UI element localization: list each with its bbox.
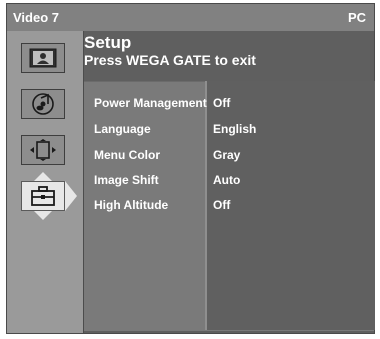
page-subtitle: Press WEGA GATE to exit — [84, 52, 256, 68]
setting-label-image-shift[interactable]: Image Shift — [94, 173, 159, 187]
sidebar — [7, 31, 84, 333]
column-divider — [205, 81, 207, 330]
values-column — [205, 81, 375, 330]
down-arrow-icon — [34, 211, 52, 220]
setting-label-language[interactable]: Language — [94, 122, 151, 136]
setting-value-menu-color[interactable]: Gray — [213, 148, 240, 162]
setting-label-power-management[interactable]: Power Management — [94, 96, 207, 110]
input-label: Video 7 — [13, 10, 60, 25]
toolbox-icon — [29, 185, 57, 207]
top-bar: Video 7 PC — [7, 4, 374, 31]
setting-label-menu-color[interactable]: Menu Color — [94, 148, 160, 162]
setting-label-high-altitude[interactable]: High Altitude — [94, 198, 168, 212]
up-arrow-icon — [34, 172, 52, 181]
selected-arrow-icon — [65, 181, 77, 211]
setting-value-language[interactable]: English — [213, 122, 256, 136]
sidebar-item-picture[interactable] — [21, 43, 65, 73]
picture-icon — [29, 48, 57, 68]
sound-icon — [29, 92, 57, 116]
page-title: Setup — [84, 33, 132, 52]
sidebar-item-setup[interactable] — [21, 181, 65, 211]
sidebar-item-screen[interactable] — [21, 135, 65, 165]
sidebar-item-sound[interactable] — [21, 89, 65, 119]
menu-header: Setup Press WEGA GATE to exit — [84, 33, 256, 69]
mode-label: PC — [347, 10, 366, 25]
setting-value-high-altitude[interactable]: Off — [213, 198, 230, 212]
screen-icon — [28, 138, 58, 162]
setting-value-power-management[interactable]: Off — [213, 96, 230, 110]
setting-value-image-shift[interactable]: Auto — [213, 173, 240, 187]
